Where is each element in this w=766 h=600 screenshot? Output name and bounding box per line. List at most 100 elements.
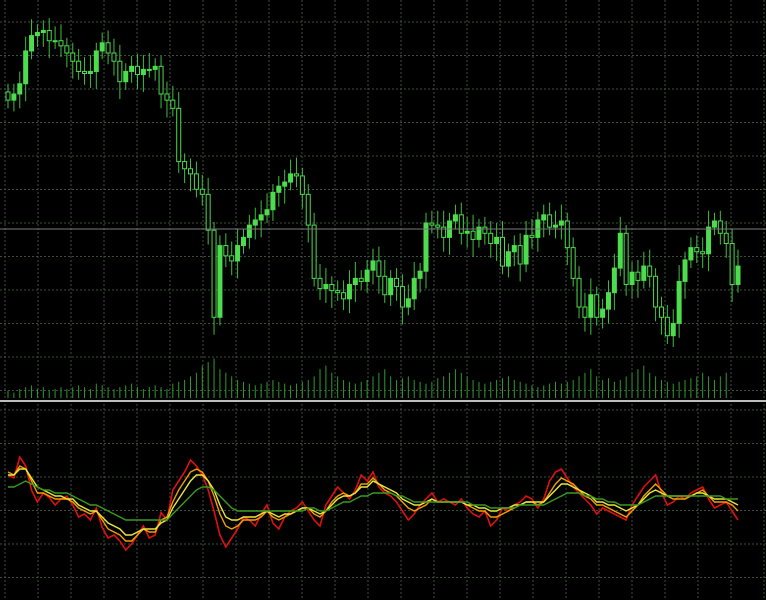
candle-body [706,226,712,255]
candle-body [299,175,305,195]
candle-body [29,35,35,52]
candle-body [93,50,99,72]
candle-body [658,306,664,318]
candle-body [99,42,105,52]
candle-body [223,245,229,257]
candle-body [211,229,217,318]
candle-body [576,277,582,308]
candle-body [723,232,729,245]
candle-body [729,243,735,285]
candle-body [329,283,335,292]
candle-body [40,29,46,34]
candle-body [370,260,376,271]
candle-body [653,275,659,308]
candle-body [123,70,129,83]
candle-body [594,294,600,318]
candle-body [529,234,535,238]
candle-body [117,60,123,83]
candle-body [635,271,641,281]
candle-body [458,214,464,234]
candle-body [311,224,317,279]
candle-body [629,271,635,285]
candle-body [547,214,553,228]
candle-body [358,277,364,282]
candle-body [346,283,352,300]
candle-body [17,83,23,95]
candle-body [270,191,276,211]
candle-body [617,232,623,269]
candle-body [11,93,17,101]
candle-body [611,267,617,294]
candle-body [146,68,152,71]
candle-body [82,70,88,75]
candle-body [229,255,235,262]
candle-body [470,230,476,240]
candle-body [34,32,40,37]
candle-body [323,283,329,290]
candle-body [682,259,688,282]
candle-body [70,52,76,62]
candle-body [564,220,570,249]
candle-body [105,42,111,54]
candle-body [152,65,158,70]
candle-body [176,107,182,163]
candle-body [541,214,547,221]
candle-body [352,277,358,285]
candle-body [500,236,506,267]
candle-body [647,265,653,277]
candle-body [605,292,611,310]
candle-body [700,251,706,255]
candle-body [694,247,700,253]
candle-body [717,220,723,234]
candle-body [688,247,694,261]
candle-body [182,161,188,170]
candle-body [305,193,311,226]
candle-body [511,245,517,253]
candle-body [411,277,417,300]
candle-body [382,275,388,296]
candle-body [435,224,441,228]
candle-body [317,277,323,290]
candle-body [276,185,282,193]
candle-body [364,269,370,282]
candle-body [399,286,405,308]
candle-body [388,277,394,296]
candle-body [570,247,576,279]
candle-body [140,68,146,76]
candle-body [58,40,64,47]
candle-body [417,270,423,279]
price-chart [0,0,766,600]
candle-body [76,60,82,72]
candle-body [193,173,199,190]
candle-body [5,91,11,101]
candle-body [199,188,205,195]
candle-body [293,173,299,177]
candle-body [553,224,558,228]
candle-body [170,99,176,109]
candle-body [252,219,258,226]
candle-body [64,45,70,54]
candle-body [164,93,170,101]
candle-body [87,70,93,75]
candle-body [158,65,164,95]
candle-body [664,316,670,337]
candle-body [600,308,606,318]
candle-body [482,226,488,234]
candle-body [52,40,58,43]
candle-body [376,260,382,277]
candle-body [46,29,52,42]
candle-body [558,220,564,226]
candle-body [429,222,435,226]
candle-body [23,50,29,85]
candle-body [341,292,347,300]
candle-body [246,224,252,238]
candle-body [188,168,193,175]
candle-body [235,245,241,262]
candle-body [505,251,511,267]
candle-body [288,173,294,183]
candle-body [735,265,741,285]
candle-body [582,306,588,318]
candle-body [670,322,676,337]
candle-body [282,181,288,187]
candle-body [405,298,411,308]
